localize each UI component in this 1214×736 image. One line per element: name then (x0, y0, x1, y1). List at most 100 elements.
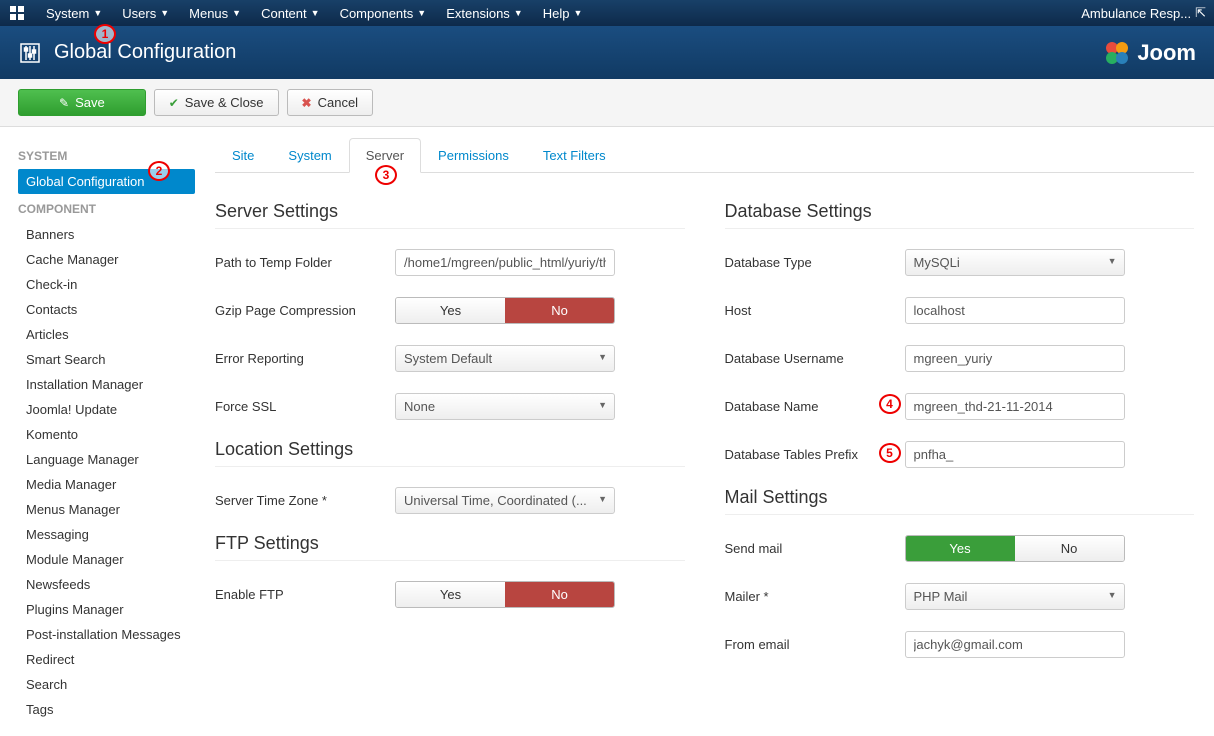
force-ssl-select[interactable]: None (395, 393, 615, 420)
tab-text-filters[interactable]: Text Filters (526, 138, 623, 173)
sidebar-item[interactable]: Redirect (18, 647, 195, 672)
gzip-label: Gzip Page Compression (215, 303, 395, 318)
db-name-input[interactable] (905, 393, 1125, 420)
send-mail-label: Send mail (725, 541, 905, 556)
caret-down-icon: ▼ (93, 8, 102, 18)
location-settings-heading: Location Settings (215, 439, 685, 467)
sidebar-item[interactable]: Language Manager (18, 447, 195, 472)
equalizer-icon (18, 41, 42, 65)
sidebar-item[interactable]: Installation Manager (18, 372, 195, 397)
sidebar-item[interactable]: Articles (18, 322, 195, 347)
sidebar-item[interactable]: Smart Search (18, 347, 195, 372)
menu-content[interactable]: Content▼ (251, 2, 329, 25)
temp-path-input[interactable] (395, 249, 615, 276)
enable-ftp-label: Enable FTP (215, 587, 395, 602)
ftp-settings-heading: FTP Settings (215, 533, 685, 561)
db-type-label: Database Type (725, 255, 905, 270)
db-name-label: Database Name (725, 399, 905, 414)
send-mail-radio[interactable]: Yes No (905, 535, 1125, 562)
sidebar-item[interactable]: Joomla! Update (18, 397, 195, 422)
menu-help[interactable]: Help▼ (533, 2, 593, 25)
timezone-select[interactable]: Universal Time, Coordinated (... (395, 487, 615, 514)
cancel-icon: ✖ (302, 96, 312, 110)
save-button[interactable]: ✎Save (18, 89, 146, 116)
sidebar-item[interactable]: Menus Manager (18, 497, 195, 522)
caret-down-icon: ▼ (417, 8, 426, 18)
server-settings-heading: Server Settings (215, 201, 685, 229)
top-right[interactable]: Ambulance Resp... ⇱ (1081, 5, 1206, 21)
main-content: Site System Server Permissions Text Filt… (195, 127, 1214, 736)
db-host-input[interactable] (905, 297, 1125, 324)
menu-extensions[interactable]: Extensions▼ (436, 2, 533, 25)
from-email-label: From email (725, 637, 905, 652)
sidebar-item[interactable]: Check-in (18, 272, 195, 297)
caret-down-icon: ▼ (232, 8, 241, 18)
sidebar-item[interactable]: Newsfeeds (18, 572, 195, 597)
joomla-icon[interactable] (8, 4, 26, 22)
sidebar-item[interactable]: Media Manager (18, 472, 195, 497)
menu-system[interactable]: System▼ (36, 2, 112, 25)
menu-components[interactable]: Components▼ (330, 2, 437, 25)
gzip-radio[interactable]: Yes No (395, 297, 615, 324)
database-settings-heading: Database Settings (725, 201, 1195, 229)
db-username-input[interactable] (905, 345, 1125, 372)
top-nav: System▼ Users▼ Menus▼ Content▼ Component… (0, 0, 1214, 26)
mailer-label: Mailer * (725, 589, 905, 604)
sidebar-item[interactable]: Cache Manager (18, 247, 195, 272)
sidebar: SYSTEM Global Configuration 2 COMPONENT … (0, 127, 195, 736)
left-column: Server Settings Path to Temp Folder Gzip… (215, 193, 685, 677)
gzip-yes[interactable]: Yes (396, 298, 505, 323)
mailer-select[interactable]: PHP Mail (905, 583, 1125, 610)
save-icon: ✎ (59, 96, 69, 110)
mail-settings-heading: Mail Settings (725, 487, 1195, 515)
sidebar-item[interactable]: Module Manager (18, 547, 195, 572)
toolbar: ✎Save ✔Save & Close ✖Cancel (0, 79, 1214, 127)
db-prefix-input[interactable] (905, 441, 1125, 468)
enable-ftp-yes[interactable]: Yes (396, 582, 505, 607)
sidebar-item[interactable]: Komento (18, 422, 195, 447)
gzip-no[interactable]: No (505, 298, 614, 323)
right-column: Database Settings Database Type MySQLi H… (725, 193, 1195, 677)
db-prefix-label: Database Tables Prefix (725, 447, 905, 462)
cancel-button[interactable]: ✖Cancel (287, 89, 374, 116)
check-icon: ✔ (169, 96, 179, 110)
caret-down-icon: ▼ (311, 8, 320, 18)
joomla-logo: Joom (1103, 39, 1196, 67)
save-close-button[interactable]: ✔Save & Close (154, 89, 279, 116)
db-type-select[interactable]: MySQLi (905, 249, 1125, 276)
sidebar-item[interactable]: Banners (18, 222, 195, 247)
db-host-label: Host (725, 303, 905, 318)
tab-site[interactable]: Site (215, 138, 271, 173)
from-email-input[interactable] (905, 631, 1125, 658)
tab-system[interactable]: System (271, 138, 348, 173)
top-menu: System▼ Users▼ Menus▼ Content▼ Component… (36, 2, 592, 25)
timezone-label: Server Time Zone * (215, 493, 395, 508)
enable-ftp-radio[interactable]: Yes No (395, 581, 615, 608)
caret-down-icon: ▼ (160, 8, 169, 18)
sidebar-item[interactable]: Search (18, 672, 195, 697)
error-reporting-label: Error Reporting (215, 351, 395, 366)
force-ssl-label: Force SSL (215, 399, 395, 414)
tab-server[interactable]: Server (349, 138, 421, 173)
caret-down-icon: ▼ (573, 8, 582, 18)
enable-ftp-no[interactable]: No (505, 582, 614, 607)
db-username-label: Database Username (725, 351, 905, 366)
menu-menus[interactable]: Menus▼ (179, 2, 251, 25)
page-header: Global Configuration Joom (0, 26, 1214, 79)
send-mail-no[interactable]: No (1015, 536, 1124, 561)
site-name-link[interactable]: Ambulance Resp... (1081, 6, 1191, 21)
sidebar-item[interactable]: Post-installation Messages (18, 622, 195, 647)
menu-users[interactable]: Users▼ (112, 2, 179, 25)
caret-down-icon: ▼ (514, 8, 523, 18)
sidebar-item[interactable]: Messaging (18, 522, 195, 547)
sidebar-item[interactable]: Tags (18, 697, 195, 722)
tab-permissions[interactable]: Permissions (421, 138, 526, 173)
send-mail-yes[interactable]: Yes (906, 536, 1015, 561)
error-reporting-select[interactable]: System Default (395, 345, 615, 372)
tabs: Site System Server Permissions Text Filt… (215, 137, 1194, 173)
sidebar-item[interactable]: Contacts (18, 297, 195, 322)
sidebar-item[interactable]: Plugins Manager (18, 597, 195, 622)
sidebar-heading-system: SYSTEM (18, 149, 195, 163)
sidebar-item-global-config[interactable]: Global Configuration (18, 169, 195, 194)
page-title: Global Configuration (54, 41, 236, 64)
